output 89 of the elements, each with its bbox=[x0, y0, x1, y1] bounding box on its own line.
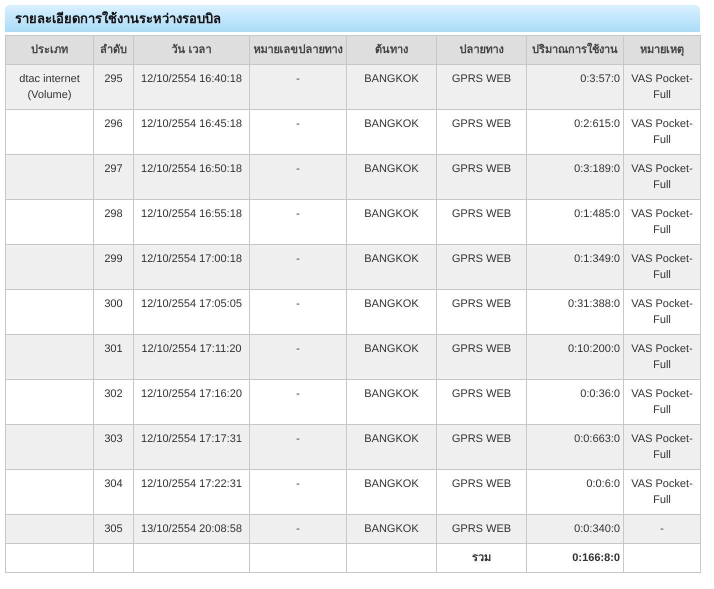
table-cell: 302 bbox=[94, 380, 134, 424]
table-cell: 300 bbox=[94, 290, 134, 334]
table-cell: GPRS WEB bbox=[436, 64, 526, 110]
table-cell: 0:2:615:0 bbox=[526, 110, 624, 154]
column-header: ลำดับ bbox=[94, 36, 134, 64]
table-cell: - bbox=[250, 200, 346, 244]
table-cell: 299 bbox=[94, 244, 134, 290]
table-cell: GPRS WEB bbox=[436, 244, 526, 290]
table-cell: VAS Pocket-Full bbox=[624, 290, 700, 334]
table-cell: 12/10/2554 17:22:31 bbox=[134, 470, 250, 514]
table-cell: 0:0:340:0 bbox=[526, 514, 624, 544]
table-cell: - bbox=[250, 244, 346, 290]
table-cell: - bbox=[250, 514, 346, 544]
table-cell: GPRS WEB bbox=[436, 380, 526, 424]
table-cell: VAS Pocket-Full bbox=[624, 110, 700, 154]
table-cell: BANGKOK bbox=[346, 514, 436, 544]
table-cell: 0:0:36:0 bbox=[526, 380, 624, 424]
table-cell: - bbox=[624, 514, 700, 544]
table-cell: - bbox=[250, 334, 346, 380]
table-cell: VAS Pocket-Full bbox=[624, 244, 700, 290]
table-cell: VAS Pocket-Full bbox=[624, 200, 700, 244]
table-cell: VAS Pocket-Full bbox=[624, 380, 700, 424]
table-cell: 12/10/2554 17:11:20 bbox=[134, 334, 250, 380]
table-cell: GPRS WEB bbox=[436, 200, 526, 244]
table-cell: 0:3:57:0 bbox=[526, 64, 624, 110]
table-cell: 295 bbox=[94, 64, 134, 110]
table-cell: 296 bbox=[94, 110, 134, 154]
table-cell: 13/10/2554 20:08:58 bbox=[134, 514, 250, 544]
table-cell: 0:3:189:0 bbox=[526, 154, 624, 200]
table-cell: 12/10/2554 17:17:31 bbox=[134, 424, 250, 470]
table-cell: VAS Pocket-Full bbox=[624, 334, 700, 380]
table-cell: BANGKOK bbox=[346, 380, 436, 424]
table-cell: - bbox=[250, 380, 346, 424]
table-cell: 0:1:349:0 bbox=[526, 244, 624, 290]
column-header: ปลายทาง bbox=[436, 36, 526, 64]
table-cell: BANGKOK bbox=[346, 200, 436, 244]
table-cell: GPRS WEB bbox=[436, 514, 526, 544]
table-cell: 0:10:200:0 bbox=[526, 334, 624, 380]
column-header: ประเภท bbox=[6, 36, 94, 64]
table-cell: 0:1:485:0 bbox=[526, 200, 624, 244]
column-header: วัน เวลา bbox=[134, 36, 250, 64]
table-cell: 305 bbox=[94, 514, 134, 544]
table-cell: GPRS WEB bbox=[436, 334, 526, 380]
table-cell: 304 bbox=[94, 470, 134, 514]
table-cell: 0:0:6:0 bbox=[526, 470, 624, 514]
table-cell: - bbox=[250, 110, 346, 154]
table-cell: - bbox=[250, 154, 346, 200]
table-cell: GPRS WEB bbox=[436, 154, 526, 200]
table-cell: BANGKOK bbox=[346, 154, 436, 200]
table-cell: GPRS WEB bbox=[436, 290, 526, 334]
table-cell: 12/10/2554 17:05:05 bbox=[134, 290, 250, 334]
panel-title: รายละเอียดการใช้งานระหว่างรอบบิล bbox=[5, 5, 700, 32]
table-cell: GPRS WEB bbox=[436, 110, 526, 154]
table-cell: BANGKOK bbox=[346, 424, 436, 470]
column-header: ต้นทาง bbox=[346, 36, 436, 64]
table-cell: - bbox=[250, 470, 346, 514]
table-cell: GPRS WEB bbox=[436, 424, 526, 470]
table-cell: BANGKOK bbox=[346, 290, 436, 334]
table-cell: 12/10/2554 16:40:18 bbox=[134, 64, 250, 110]
table-cell: 0:166:8:0 bbox=[526, 544, 624, 572]
table-cell: 301 bbox=[94, 334, 134, 380]
table-cell: 297 bbox=[94, 154, 134, 200]
table-cell: BANGKOK bbox=[346, 244, 436, 290]
column-header: ปริมาณการใช้งาน bbox=[526, 36, 624, 64]
table-cell: dtac internet (Volume) bbox=[6, 64, 94, 110]
table-cell: 303 bbox=[94, 424, 134, 470]
table-cell: VAS Pocket-Full bbox=[624, 470, 700, 514]
table-cell: BANGKOK bbox=[346, 64, 436, 110]
table-cell: GPRS WEB bbox=[436, 470, 526, 514]
table-cell: BANGKOK bbox=[346, 334, 436, 380]
table-cell: - bbox=[250, 64, 346, 110]
column-header: หมายเลขปลายทาง bbox=[250, 36, 346, 64]
table-cell: 12/10/2554 17:00:18 bbox=[134, 244, 250, 290]
table-cell: 12/10/2554 16:45:18 bbox=[134, 110, 250, 154]
table-cell: 12/10/2554 17:16:20 bbox=[134, 380, 250, 424]
table-cell: 12/10/2554 16:50:18 bbox=[134, 154, 250, 200]
table-cell: 0:31:388:0 bbox=[526, 290, 624, 334]
table-cell: VAS Pocket-Full bbox=[624, 64, 700, 110]
table-cell: VAS Pocket-Full bbox=[624, 154, 700, 200]
table-cell: BANGKOK bbox=[346, 110, 436, 154]
table-cell: 12/10/2554 16:55:18 bbox=[134, 200, 250, 244]
column-header: หมายเหตุ bbox=[624, 36, 700, 64]
table-cell: - bbox=[250, 290, 346, 334]
table-cell: 298 bbox=[94, 200, 134, 244]
table-cell: รวม bbox=[436, 544, 526, 572]
table-cell: 0:0:663:0 bbox=[526, 424, 624, 470]
table-cell: BANGKOK bbox=[346, 470, 436, 514]
table-cell: - bbox=[250, 424, 346, 470]
table-cell: VAS Pocket-Full bbox=[624, 424, 700, 470]
